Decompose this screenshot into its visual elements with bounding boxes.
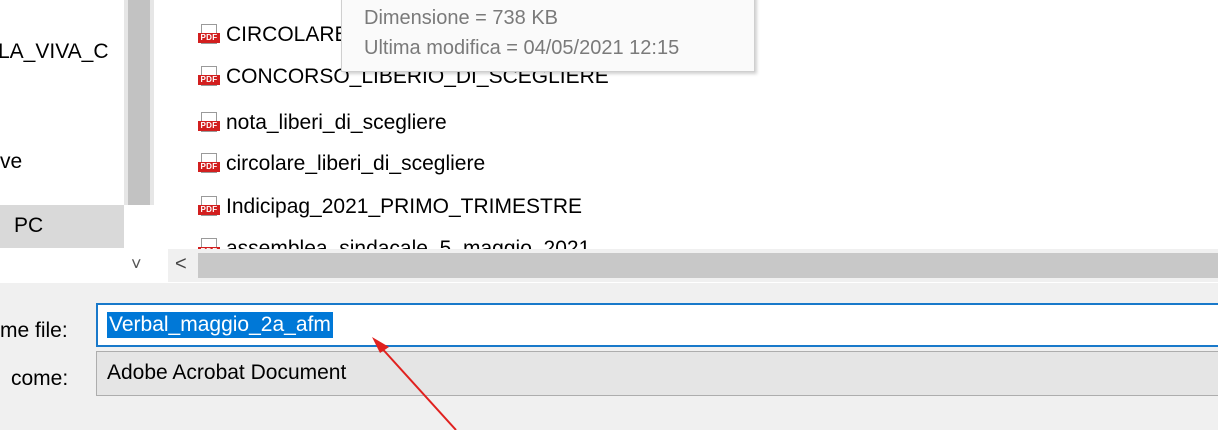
nav-item-label: PC [14, 214, 44, 237]
file-row[interactable]: PDF assemblea_sindacale_5_maggio_2021 [198, 233, 590, 250]
nav-vertical-scrollbar[interactable] [124, 0, 154, 205]
save-as-type-label: come: [11, 367, 69, 390]
file-row[interactable]: PDF Indicipag_2021_PRIMO_TRIMESTRE [198, 191, 582, 223]
pdf-file-icon: PDF [198, 112, 220, 134]
file-name: nota_liberi_di_scegliere [226, 111, 447, 134]
file-row[interactable]: PDF circolare_liberi_di_scegliere [198, 148, 485, 180]
save-as-type-value: Adobe Acrobat Document [107, 361, 347, 384]
tooltip-modified: Ultima modifica = 04/05/2021 12:15 [364, 37, 680, 59]
nav-item-label: ve [0, 150, 23, 173]
nav-item-this-pc[interactable]: PC [0, 205, 124, 248]
nav-item-drive[interactable]: ve [0, 150, 22, 174]
file-name-input[interactable]: Verbal_maggio_2a_afm [96, 303, 1218, 347]
chevron-down-icon[interactable]: ˅ [131, 254, 142, 275]
save-as-type-select[interactable]: Adobe Acrobat Document [96, 351, 1218, 396]
pdf-file-icon: PDF [198, 66, 220, 88]
file-name-selected-text[interactable]: Verbal_maggio_2a_afm [107, 312, 333, 338]
pdf-file-icon: PDF [198, 153, 220, 175]
file-name: Indicipag_2021_PRIMO_TRIMESTRE [226, 195, 582, 218]
file-name: circolare_liberi_di_scegliere [226, 152, 486, 175]
navigation-pane: LA_VIVA_C ve PC [0, 0, 124, 250]
chevron-left-icon[interactable]: < [175, 253, 187, 276]
nav-item-label: LA_VIVA_C [0, 40, 109, 63]
nav-item-folder[interactable]: LA_VIVA_C [0, 40, 109, 64]
horizontal-scroll-thumb[interactable] [198, 253, 1218, 278]
pdf-file-icon: PDF [198, 24, 220, 46]
file-name-label: me file: [0, 319, 68, 342]
nav-scroll-thumb[interactable] [128, 0, 150, 205]
file-info-tooltip: Dimensione = 738 KB Ultima modifica = 04… [341, 0, 755, 72]
file-row[interactable]: PDF nota_liberi_di_scegliere [198, 107, 447, 139]
pdf-file-icon: PDF [198, 196, 220, 218]
file-list-horizontal-scrollbar[interactable] [168, 249, 1218, 282]
tooltip-size: Dimensione = 738 KB [364, 7, 559, 29]
